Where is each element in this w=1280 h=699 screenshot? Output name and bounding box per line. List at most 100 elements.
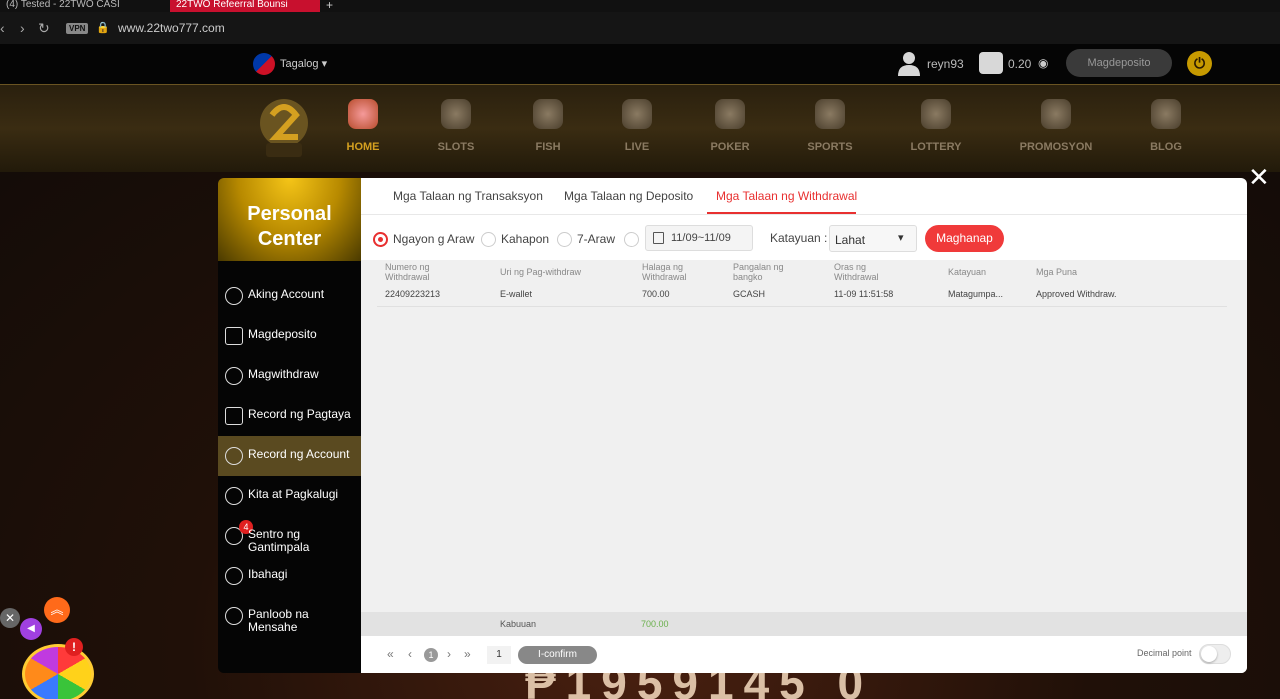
power-icon[interactable]: ⏻ [1187,51,1212,76]
nav-home[interactable]: HOME [318,99,408,153]
search-button[interactable]: Maghanap [925,225,1004,252]
radio-ngayon[interactable] [373,232,388,247]
sidebar-item-sentro-gantimpala[interactable]: 4 Sentro ng Gantimpala [218,516,361,556]
slots-icon [441,99,471,129]
column-header: Pangalan ng bangko [733,262,784,282]
status-select[interactable]: Lahat ▾ [829,225,917,252]
column-header: Katayuan [948,267,987,277]
active-tab-indicator [707,212,856,214]
sidebar-item-record-pagtaya[interactable]: Record ng Pagtaya [218,396,361,436]
nav-live[interactable]: LIVE [592,99,682,153]
close-icon[interactable]: ✕ [1248,164,1270,190]
confirm-button[interactable]: I-confirm [518,646,597,664]
address-bar: ‹ › ↻ VPN 🔒 www.22two777.com [0,12,1280,44]
fish-icon [533,99,563,129]
reload-icon[interactable]: ↻ [38,20,50,37]
column-header: Uri ng Pag-withdraw [500,267,582,277]
language-selector[interactable]: Tagalog ▾ [280,57,327,70]
table-cell: 700.00 [642,289,670,299]
page-input[interactable]: 1 [487,646,511,664]
philippines-flag-icon[interactable] [253,53,275,75]
forward-icon[interactable]: › [20,20,25,36]
sidebar-item-aking-account[interactable]: Aking Account [218,276,361,316]
first-page-icon[interactable]: « [387,647,394,661]
browser-tab[interactable]: (4) Tested - 22TWO CASI [0,0,170,12]
url-text[interactable]: www.22two777.com [118,21,225,35]
nav-promosyon[interactable]: PROMOSYON [1011,99,1101,153]
date-range-picker[interactable]: 11/09~11/09 [645,225,753,251]
promosyon-icon [1041,99,1071,129]
prev-page-icon[interactable]: ‹ [408,647,412,661]
total-bar: Kabuuan 700.00 [361,612,1247,636]
lock-icon[interactable]: 🔒 [96,21,110,34]
sidebar-item-panloob-mensahe[interactable]: Panloob na Mensahe [218,596,361,636]
sidebar-item-ibahagi[interactable]: Ibahagi [218,556,361,596]
deposit-button[interactable]: Magdeposito [1066,49,1172,77]
scroll-up-icon[interactable]: ︽ [44,597,70,623]
total-value: 700.00 [641,619,669,629]
tab-deposito[interactable]: Mga Talaan ng Deposito [564,189,693,203]
column-header: Numero ng Withdrawal [385,262,430,282]
blog-icon [1151,99,1181,129]
radio-kahapon[interactable] [481,232,496,247]
column-header: Oras ng Withdrawal [834,262,879,282]
22two-logo-icon[interactable] [252,93,316,163]
withdraw-icon [225,367,243,385]
sports-icon [815,99,845,129]
calendar-icon [653,232,664,244]
table-cell: E-wallet [500,289,533,299]
live-icon [622,99,652,129]
main-nav: HOME SLOTS FISH LIVE POKER SPORTS LOTTER… [0,84,1280,172]
radio-7araw[interactable] [557,232,572,247]
last-page-icon[interactable]: » [464,647,471,661]
current-page[interactable]: 1 [424,648,438,662]
eye-icon[interactable]: ◉ [1038,56,1048,70]
nav-lottery[interactable]: LOTTERY [891,99,981,153]
browser-tab-bar: (4) Tested - 22TWO CASI 22TWO Refeerral … [0,0,1280,12]
withdrawal-table: Numero ng Withdrawal Uri ng Pag-withdraw … [361,260,1247,612]
tab-transaksyon[interactable]: Mga Talaan ng Transaksyon [393,189,543,203]
site-top-bar: Tagalog ▾ reyn93 0.20 ◉ Magdeposito ⏻ [0,44,1280,84]
row-divider [377,306,1227,307]
poker-icon [715,99,745,129]
total-label: Kabuuan [500,619,537,629]
column-header: Mga Puna [1036,267,1078,277]
nav-blog[interactable]: BLOG [1121,99,1211,153]
sidebar-item-magwithdraw[interactable]: Magwithdraw [218,356,361,396]
tab-withdrawal[interactable]: Mga Talaan ng Withdrawal [716,189,857,203]
play-icon[interactable]: ◀ [20,618,42,640]
browser-tab-active[interactable]: 22TWO Refeerral Bounsi [170,0,320,12]
nav-sports[interactable]: SPORTS [785,99,875,153]
bet-record-icon [225,407,243,425]
decimal-point-toggle[interactable] [1199,644,1231,664]
radio-ngayon-label[interactable]: Ngayon g Araw [393,232,474,246]
radio-7araw-label[interactable]: 7-Araw [577,232,615,246]
filter-bar: Ngayon g Araw Kahapon 7-Araw 11/09~11/09… [361,215,1247,260]
sidebar-item-kita-pagkalugi[interactable]: Kita at Pagkalugi [218,476,361,516]
nav-fish[interactable]: FISH [503,99,593,153]
sidebar-title-line1: Personal [247,203,332,225]
personal-center-sidebar: Personal Center Aking Account Magdeposit… [218,178,361,673]
records-panel: Mga Talaan ng Transaksyon Mga Talaan ng … [361,178,1247,673]
status-label: Katayuan : [770,231,828,245]
lucky-wheel-icon[interactable] [22,644,94,699]
nav-poker[interactable]: POKER [685,99,775,153]
table-cell: Matagumpa... [948,289,1004,299]
wallet-icon [979,52,1003,74]
message-icon [225,607,243,625]
close-widget-icon[interactable]: ✕ [0,608,20,628]
lottery-icon [921,99,951,129]
back-icon[interactable]: ‹ [0,20,5,36]
home-icon [348,99,378,129]
username[interactable]: reyn93 [927,57,964,71]
sidebar-item-record-account[interactable]: Record ng Account [218,436,361,476]
radio-custom[interactable] [624,232,639,247]
next-page-icon[interactable]: › [447,647,451,661]
radio-kahapon-label[interactable]: Kahapon [501,232,549,246]
new-tab-button[interactable]: + [326,0,333,12]
table-cell: Approved Withdraw. [1036,289,1117,299]
sidebar-item-magdeposito[interactable]: Magdeposito [218,316,361,356]
nav-slots[interactable]: SLOTS [411,99,501,153]
vpn-badge[interactable]: VPN [66,23,89,34]
user-icon[interactable] [897,50,921,76]
